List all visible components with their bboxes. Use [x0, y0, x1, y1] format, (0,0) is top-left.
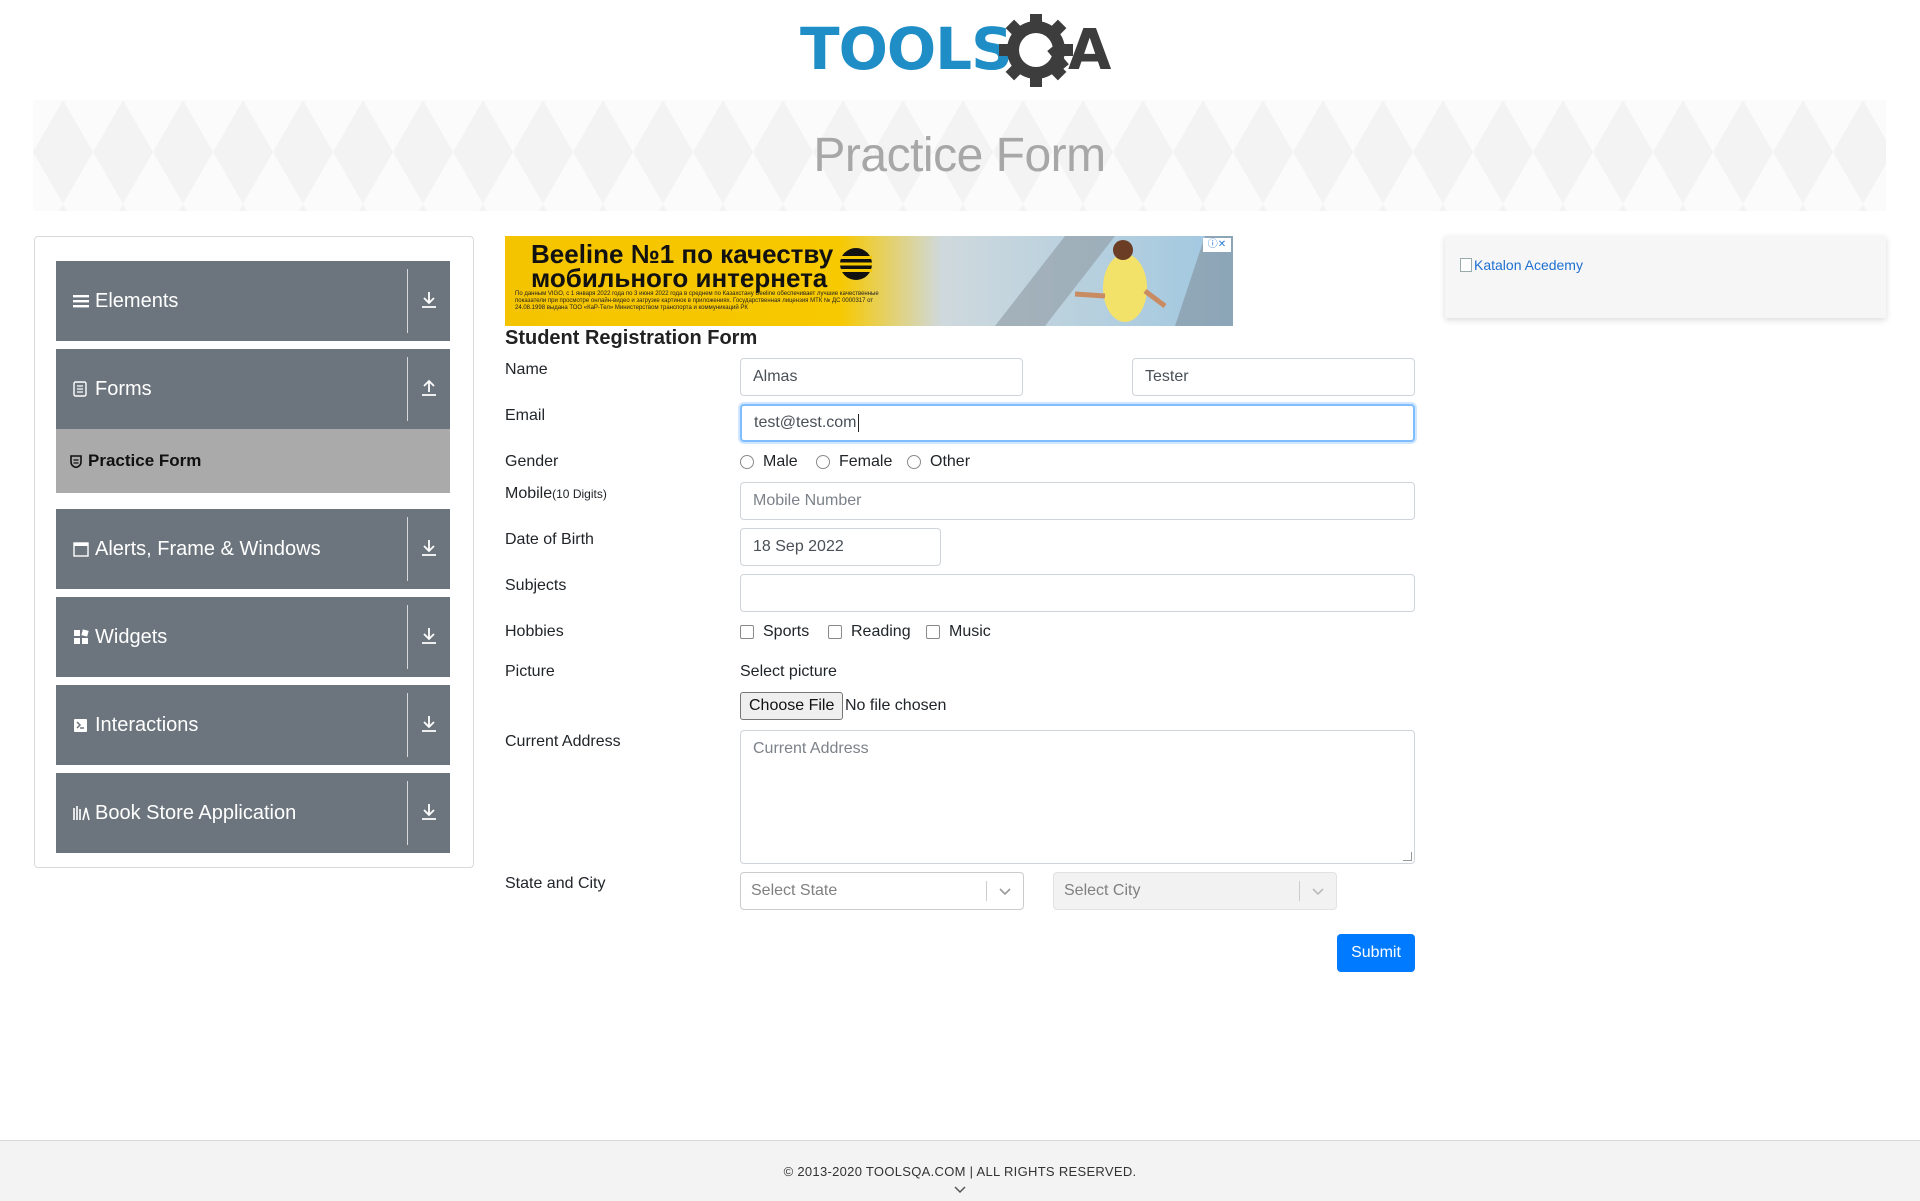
download-arrow-icon [418, 713, 440, 735]
email-input[interactable]: test@test.com [740, 404, 1415, 442]
first-name-input[interactable]: Almas [740, 358, 1023, 396]
sidebar-group-label: Widgets [95, 625, 168, 648]
gear-icon [999, 13, 1073, 87]
shield-icon [70, 454, 82, 468]
right-ad-panel: Katalon Acedemy [1445, 236, 1886, 318]
resize-handle-icon[interactable] [1403, 852, 1412, 861]
interactions-icon [73, 716, 91, 734]
chevron-down-icon [999, 888, 1011, 896]
date-of-birth-input[interactable]: 18 Sep 2022 [740, 528, 941, 566]
current-address-label: Current Address [505, 733, 621, 750]
ad-image [995, 236, 1233, 326]
download-arrow-icon [418, 537, 440, 559]
chevron-down-icon [1312, 888, 1324, 896]
beeline-ad-banner[interactable]: Beeline №1 по качеству мобильного интерн… [505, 236, 1233, 326]
file-status-text: No file chosen [845, 697, 947, 714]
gender-label: Gender [505, 453, 559, 470]
form-title: Student Registration Form [505, 327, 758, 349]
katalon-academy-link[interactable]: Katalon Acedemy [1460, 257, 1583, 273]
state-placeholder: Select State [751, 882, 838, 899]
window-icon [73, 540, 91, 558]
gender-radio-male[interactable]: Male [740, 453, 798, 471]
sidebar: Elements Forms Practice Form Alerts, Fra… [34, 236, 474, 868]
state-select[interactable]: Select State [740, 872, 1024, 910]
city-placeholder: Select City [1064, 882, 1141, 899]
toolsqa-logo[interactable]: TOOLS A [800, 13, 1125, 90]
radio-label: Female [839, 453, 893, 470]
footer: © 2013-2020 TOOLSQA.COM | ALL RIGHTS RES… [0, 1140, 1920, 1201]
footer-copyright: © 2013-2020 TOOLSQA.COM | ALL RIGHTS RES… [783, 1164, 1137, 1179]
radio-label: Other [930, 453, 971, 470]
email-label: Email [505, 407, 546, 424]
logo-text-tools: TOOLS [800, 15, 1012, 83]
hobby-checkbox-sports[interactable]: Sports [740, 623, 809, 641]
submit-button[interactable]: Submit [1337, 934, 1415, 972]
mobile-hint: (10 Digits) [552, 487, 607, 501]
upload-arrow-icon [418, 377, 440, 399]
page-banner: Practice Form [33, 100, 1886, 211]
download-arrow-icon [418, 801, 440, 823]
broken-image-icon [1460, 258, 1472, 272]
sidebar-group-label: Interactions [95, 713, 199, 736]
logo-text-a: A [1068, 18, 1112, 83]
mobile-input[interactable]: Mobile Number [740, 482, 1415, 520]
document-icon [73, 380, 91, 398]
sidebar-group-forms[interactable]: Forms [56, 349, 450, 429]
sidebar-group-label: Alerts, Frame & Windows [95, 537, 321, 560]
last-name-input[interactable]: Tester [1132, 358, 1415, 396]
checkbox-label: Music [949, 623, 991, 640]
ad-headline: Beeline №1 по качеству мобильного интерн… [531, 239, 834, 293]
city-select[interactable]: Select City [1053, 872, 1337, 910]
sidebar-group-label: Book Store Application [95, 801, 297, 824]
ad-fine-print: По данным VIGO, с 1 января 2022 года по … [515, 291, 879, 311]
download-arrow-icon [418, 289, 440, 311]
download-arrow-icon [418, 625, 440, 647]
books-icon [73, 804, 91, 822]
sidebar-group-interactions[interactable]: Interactions [56, 685, 450, 765]
sidebar-group-label: Elements [95, 289, 179, 312]
hamburger-icon [73, 292, 91, 310]
hobby-checkbox-reading[interactable]: Reading [828, 623, 911, 641]
sidebar-group-widgets[interactable]: Widgets [56, 597, 450, 677]
hobby-checkbox-music[interactable]: Music [926, 623, 991, 641]
gender-radio-other[interactable]: Other [907, 453, 970, 471]
page-title: Practice Form [813, 129, 1106, 182]
checkbox-label: Sports [763, 623, 810, 640]
gender-radio-female[interactable]: Female [816, 453, 892, 471]
radio-label: Male [763, 453, 798, 470]
widgets-icon [73, 628, 91, 646]
beeline-logo-icon [840, 248, 872, 280]
current-address-textarea[interactable]: Current Address [740, 730, 1415, 864]
sidebar-group-alerts[interactable]: Alerts, Frame & Windows [56, 509, 450, 589]
picture-label: Picture [505, 663, 555, 680]
select-picture-label: Select picture [740, 663, 837, 680]
mobile-label: Mobile(10 Digits) [505, 485, 607, 502]
sidebar-item-practice-form[interactable]: Practice Form [56, 429, 450, 493]
checkbox-label: Reading [851, 623, 911, 640]
logo-graphic: TOOLS A [800, 13, 1112, 87]
ad-close-icon[interactable]: ⓘ✕ [1203, 238, 1231, 252]
chevron-down-icon[interactable] [953, 1184, 967, 1196]
sidebar-group-elements[interactable]: Elements [56, 261, 450, 341]
sidebar-group-book-store[interactable]: Book Store Application [56, 773, 450, 853]
hobbies-label: Hobbies [505, 623, 564, 640]
sidebar-group-label: Forms [95, 377, 152, 400]
choose-file-button[interactable]: Choose File [740, 692, 844, 720]
subjects-label: Subjects [505, 577, 567, 594]
subjects-input[interactable] [740, 574, 1415, 612]
name-label: Name [505, 361, 548, 378]
email-value: test@test.com [754, 414, 857, 431]
textarea-placeholder: Current Address [753, 740, 869, 757]
dob-label: Date of Birth [505, 531, 594, 548]
state-city-label: State and City [505, 875, 606, 892]
sidebar-item-label: Practice Form [88, 451, 202, 470]
